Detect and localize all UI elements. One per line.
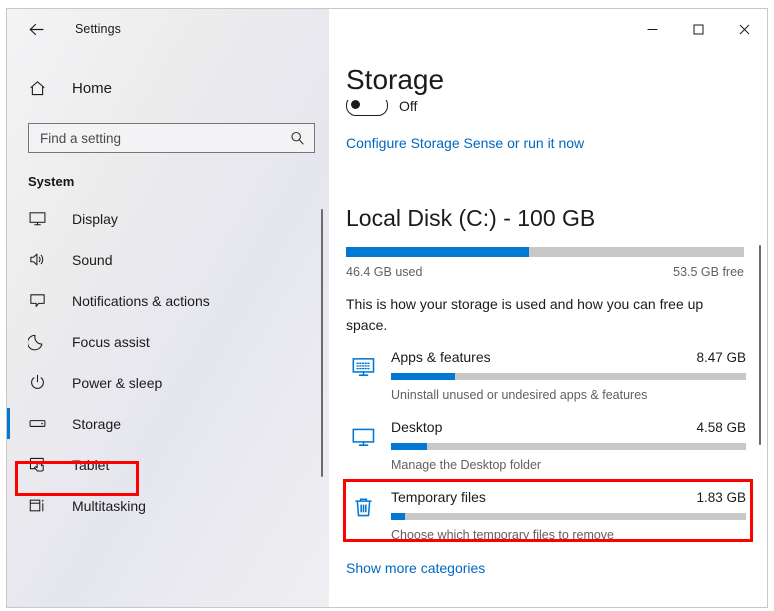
storage-category-row[interactable]: Apps & features 8.47 GB Uninstall unused…	[346, 345, 746, 415]
storage-category-bar	[391, 373, 746, 380]
sidebar-item-label: Tablet	[72, 457, 109, 473]
storage-category-header: Apps & features 8.47 GB	[391, 349, 746, 365]
disk-usage-legend: 46.4 GB used 53.5 GB free	[346, 265, 744, 279]
sidebar-item-label: Multitasking	[72, 498, 146, 514]
storage-category-bar-fill	[391, 513, 405, 520]
sidebar-item-home[interactable]: Home	[7, 70, 329, 106]
storage-category-name: Desktop	[391, 419, 442, 435]
storage-category-bar	[391, 513, 746, 520]
sidebar-scrollbar-thumb[interactable]	[321, 209, 323, 477]
storage-category-size: 1.83 GB	[696, 490, 746, 505]
sidebar-titlebar: Settings	[7, 9, 329, 49]
main-scroll-area: Off Storage Configure Storage Sense or r…	[329, 9, 767, 607]
speaker-icon	[28, 250, 50, 269]
window-controls	[629, 9, 767, 49]
speech-bubble-icon	[28, 291, 50, 310]
back-arrow-icon[interactable]	[21, 14, 51, 44]
storage-category-header: Desktop 4.58 GB	[391, 419, 746, 435]
home-icon	[28, 79, 50, 98]
home-label: Home	[72, 80, 112, 97]
storage-category-subtitle: Manage the Desktop folder	[391, 458, 746, 472]
sidebar-item-focus-assist[interactable]: Focus assist	[7, 321, 329, 362]
storage-category-row[interactable]: Desktop 4.58 GB Manage the Desktop folde…	[346, 415, 746, 485]
storage-category-header: Temporary files 1.83 GB	[391, 489, 746, 505]
search-box[interactable]	[28, 123, 315, 153]
sidebar-item-label: Focus assist	[72, 334, 150, 350]
show-more-categories-link[interactable]: Show more categories	[346, 560, 485, 576]
sidebar-item-display[interactable]: Display	[7, 198, 329, 239]
storage-category-subtitle: Choose which temporary files to remove	[391, 528, 746, 542]
disk-free-label: 53.5 GB free	[673, 265, 744, 279]
settings-window: Settings Home System	[6, 8, 768, 608]
main-scrollbar-thumb[interactable]	[759, 245, 761, 445]
storage-category-size: 8.47 GB	[696, 350, 746, 365]
sidebar: Settings Home System	[7, 9, 329, 607]
sidebar-item-label: Sound	[72, 252, 112, 268]
sidebar-item-sound[interactable]: Sound	[7, 239, 329, 280]
storage-category-bar-fill	[391, 373, 455, 380]
storage-category-body: Apps & features 8.47 GB Uninstall unused…	[380, 345, 746, 402]
configure-storage-sense-link[interactable]: Configure Storage Sense or run it now	[346, 135, 584, 151]
tablet-hand-icon	[28, 455, 50, 474]
sidebar-item-tablet[interactable]: Tablet	[7, 444, 329, 485]
maximize-icon[interactable]	[675, 9, 721, 49]
app-title: Settings	[75, 22, 121, 36]
sidebar-section-title: System	[7, 174, 329, 189]
sidebar-item-label: Display	[72, 211, 118, 227]
minimize-icon[interactable]	[629, 9, 675, 49]
close-icon[interactable]	[721, 9, 767, 49]
disk-usage-bar-fill	[346, 247, 529, 257]
moon-icon	[28, 332, 50, 351]
storage-category-list: Apps & features 8.47 GB Uninstall unused…	[346, 345, 746, 555]
storage-category-subtitle: Uninstall unused or undesired apps & fea…	[391, 388, 746, 402]
monitor-icon	[28, 209, 50, 228]
sidebar-nav-list: Display Sound Notifica	[7, 198, 329, 526]
storage-category-body: Temporary files 1.83 GB Choose which tem…	[380, 485, 746, 542]
sidebar-item-storage[interactable]: Storage	[7, 403, 329, 444]
storage-category-size: 4.58 GB	[696, 420, 746, 435]
desktop-monitor-icon	[346, 415, 380, 450]
main-content: Off Storage Configure Storage Sense or r…	[329, 9, 767, 607]
sidebar-item-label: Power & sleep	[72, 375, 162, 391]
sidebar-item-multitasking[interactable]: Multitasking	[7, 485, 329, 526]
storage-category-name: Temporary files	[391, 489, 486, 505]
power-icon	[28, 373, 50, 392]
sidebar-item-label: Notifications & actions	[72, 293, 210, 309]
local-disk-title: Local Disk (C:) - 100 GB	[346, 205, 595, 232]
trash-bin-icon	[346, 485, 380, 520]
page-title: Storage	[346, 61, 756, 100]
sidebar-item-label: Storage	[72, 416, 121, 432]
search-icon[interactable]	[290, 131, 305, 146]
storage-category-row[interactable]: Temporary files 1.83 GB Choose which tem…	[346, 485, 746, 555]
search-input[interactable]	[29, 124, 314, 152]
storage-category-bar-fill	[391, 443, 427, 450]
disk-description: This is how your storage is used and how…	[346, 294, 724, 336]
drive-icon	[28, 414, 50, 433]
sidebar-item-power-sleep[interactable]: Power & sleep	[7, 362, 329, 403]
storage-category-name: Apps & features	[391, 349, 491, 365]
storage-category-body: Desktop 4.58 GB Manage the Desktop folde…	[380, 415, 746, 472]
disk-used-label: 46.4 GB used	[346, 265, 422, 279]
storage-category-bar	[391, 443, 746, 450]
disk-usage-bar	[346, 247, 744, 257]
multitasking-icon	[28, 496, 50, 515]
apps-monitor-icon	[346, 345, 380, 380]
sidebar-item-notifications[interactable]: Notifications & actions	[7, 280, 329, 321]
